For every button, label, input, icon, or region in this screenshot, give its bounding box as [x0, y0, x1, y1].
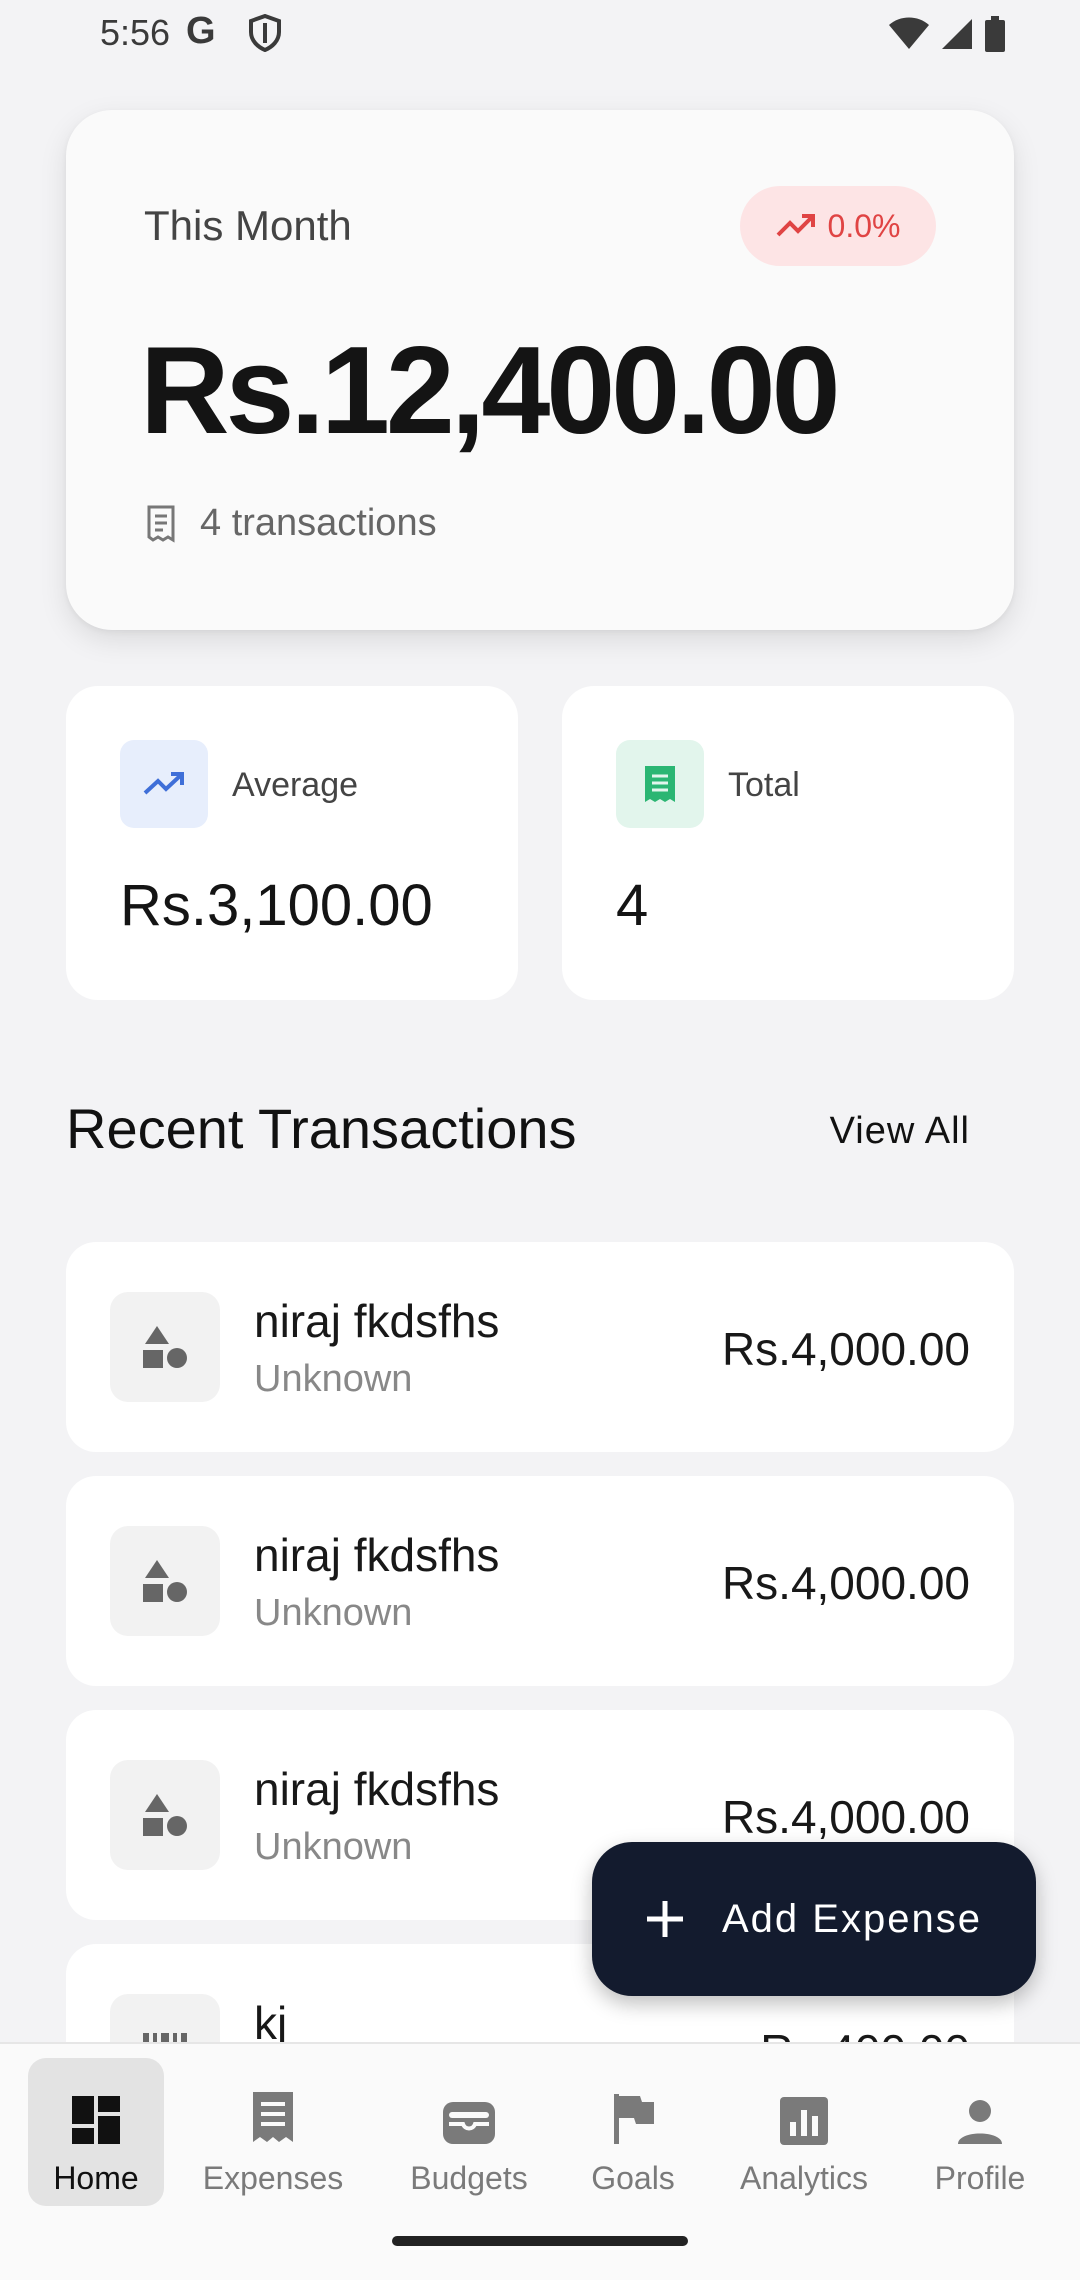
wifi-icon — [888, 17, 930, 56]
nav-item-budgets[interactable]: Budgets — [396, 2058, 542, 2206]
view-all-link[interactable]: View All — [830, 1110, 970, 1153]
recent-transactions-title: Recent Transactions — [66, 1097, 577, 1160]
summary-label: This Month — [144, 202, 352, 249]
add-expense-label: Add Expense — [722, 1896, 982, 1941]
google-icon: G — [186, 10, 216, 52]
nav-item-goals[interactable]: Goals — [580, 2058, 686, 2206]
transaction-category: Unknown — [254, 1826, 413, 1868]
total-value: 4 — [616, 873, 649, 938]
monthly-summary-card: This Month 0.0% Rs.12,400.00 4 transacti… — [66, 110, 1014, 630]
wallet-icon — [441, 2074, 497, 2146]
person-icon — [956, 2074, 1004, 2146]
trend-badge: 0.0% — [740, 186, 936, 266]
nav-label-profile: Profile — [934, 2160, 1026, 2196]
transaction-amount: Rs.4,000.00 — [721, 1323, 970, 1375]
transaction-category: Unknown — [254, 1592, 413, 1634]
category-shapes-icon — [110, 1292, 220, 1402]
total-label: Total — [728, 766, 800, 804]
trend-value: 0.0% — [827, 207, 901, 244]
signal-icon — [940, 17, 974, 56]
total-card: Total 4 — [562, 686, 1014, 1000]
average-value: Rs.3,100.00 — [120, 873, 433, 938]
transaction-name: niraj fkdsfhs — [254, 1529, 500, 1581]
transaction-amount: Rs.4,000.00 — [721, 1791, 970, 1843]
average-card: Average Rs.3,100.00 — [66, 686, 518, 1000]
status-bar: 5:56 G — [0, 0, 1080, 68]
average-label: Average — [232, 766, 359, 804]
plus-icon — [647, 1901, 683, 1937]
nav-label-home: Home — [53, 2160, 139, 2196]
dashboard-icon — [70, 2074, 122, 2146]
transaction-name: niraj fkdsfhs — [254, 1763, 500, 1815]
transaction-category: Unknown — [254, 1358, 413, 1400]
home-indicator[interactable] — [392, 2236, 688, 2246]
status-icons — [888, 16, 1006, 57]
shield-icon — [248, 13, 282, 57]
transaction-count: 4 transactions — [144, 502, 437, 545]
flag-icon — [610, 2074, 656, 2146]
nav-label-analytics: Analytics — [739, 2160, 869, 2196]
trending-up-icon — [120, 740, 208, 828]
month-total-amount: Rs.12,400.00 — [140, 322, 841, 460]
receipt-icon — [249, 2074, 297, 2146]
analytics-icon — [779, 2074, 829, 2146]
bottom-navigation: Home Expenses Budgets Goals Analytics Pr… — [0, 2042, 1080, 2280]
nav-item-home[interactable]: Home — [28, 2058, 164, 2206]
nav-item-expenses[interactable]: Expenses — [188, 2058, 358, 2206]
trending-up-icon — [776, 214, 815, 237]
add-expense-button[interactable]: Add Expense — [592, 1842, 1036, 1996]
nav-item-profile[interactable]: Profile — [920, 2058, 1040, 2206]
receipt-icon — [147, 505, 175, 543]
category-shapes-icon — [110, 1526, 220, 1636]
receipt-icon — [616, 740, 704, 828]
transaction-amount: Rs.4,000.00 — [721, 1557, 970, 1609]
category-shapes-icon — [110, 1760, 220, 1870]
screen: 5:56 G This Month 0.0% Rs.12,400.00 4 tr… — [0, 0, 1080, 2280]
transaction-row[interactable]: niraj fkdsfhs Unknown Rs.4,000.00 — [66, 1242, 1014, 1452]
nav-label-goals: Goals — [591, 2160, 675, 2196]
transaction-name: niraj fkdsfhs — [254, 1295, 500, 1347]
status-time: 5:56 — [100, 12, 171, 53]
nav-label-budgets: Budgets — [410, 2160, 528, 2196]
nav-label-expenses: Expenses — [202, 2160, 344, 2196]
transaction-count-text: 4 transactions — [200, 502, 437, 544]
transaction-row[interactable]: niraj fkdsfhs Unknown Rs.4,000.00 — [66, 1476, 1014, 1686]
nav-item-analytics[interactable]: Analytics — [724, 2058, 884, 2206]
battery-icon — [984, 16, 1006, 57]
